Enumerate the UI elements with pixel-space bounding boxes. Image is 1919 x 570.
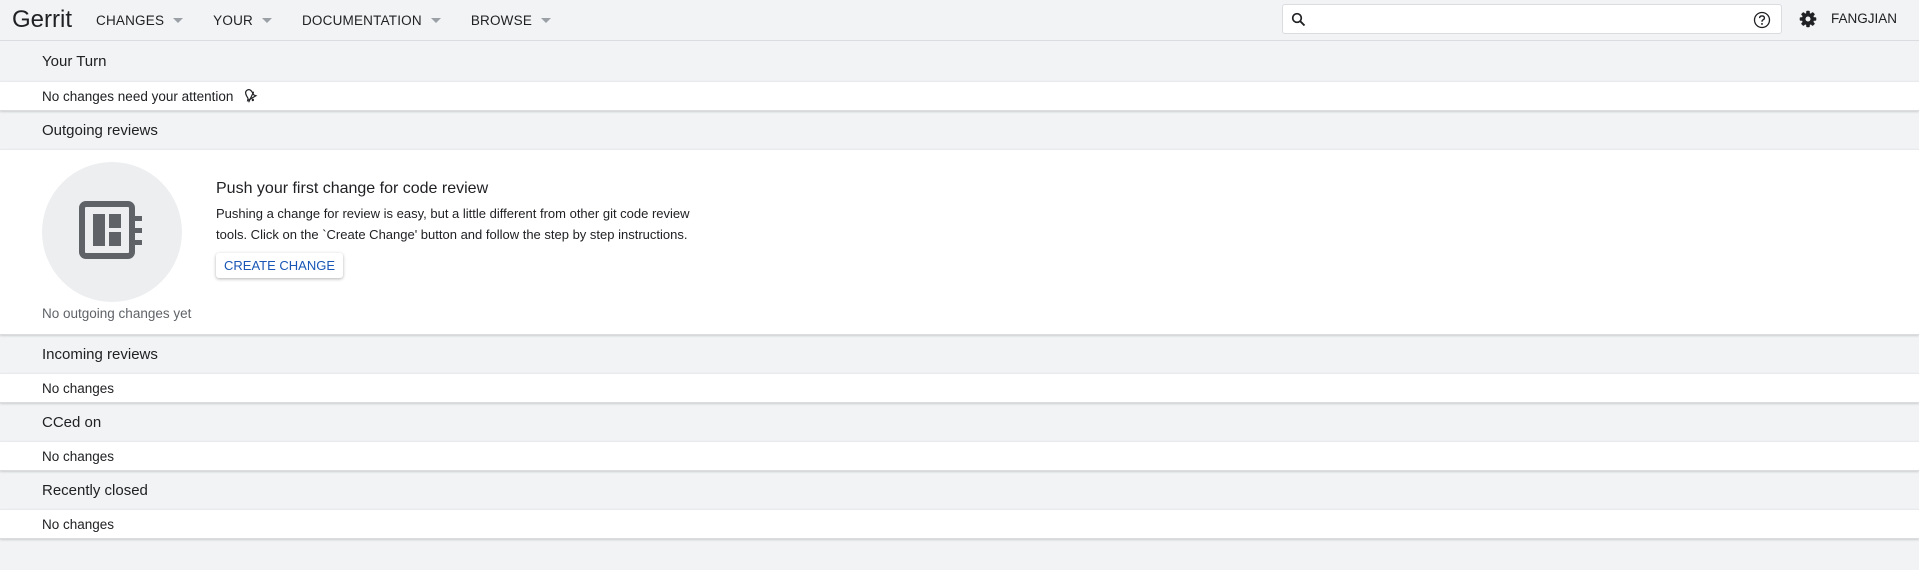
section-title: Incoming reviews [42, 345, 158, 363]
section-body-incoming-reviews: No changes [0, 373, 1919, 403]
nav-menu-label: BROWSE [470, 12, 533, 28]
chevron-down-icon [541, 17, 552, 23]
empty-state-illustration [42, 162, 182, 302]
help-icon[interactable] [1753, 11, 1771, 34]
nav-menu-documentation[interactable]: DOCUMENTATION [302, 13, 441, 28]
section-title: Your Turn [42, 52, 107, 70]
search-box [1282, 4, 1782, 34]
create-change-button[interactable]: CREATE CHANGE [216, 253, 343, 278]
top-nav-bar: Gerrit CHANGES YOUR DOCUMENTATION BROWSE [0, 0, 1919, 41]
section-body-recently-closed: No changes [0, 509, 1919, 539]
section-body-cced-on: No changes [0, 441, 1919, 471]
section-title: Recently closed [42, 481, 148, 499]
account-menu[interactable]: FANGJIAN [1831, 11, 1897, 26]
nav-menu-label: CHANGES [96, 12, 165, 28]
nav-menu-changes[interactable]: CHANGES [96, 12, 184, 28]
section-header-incoming-reviews: Incoming reviews [0, 335, 1919, 373]
search-icon [1291, 12, 1306, 32]
chevron-down-icon [173, 17, 184, 23]
empty-state-text: No changes [42, 448, 115, 464]
nav-menu-label: DOCUMENTATION [301, 12, 422, 28]
bell-icon [242, 87, 258, 106]
empty-state-caption: No outgoing changes yet [42, 306, 192, 321]
section-title: Outgoing reviews [42, 121, 158, 139]
section-header-cced-on: CCed on [0, 403, 1919, 441]
promo-title: Push your first change for code review [216, 180, 489, 197]
nav-menu-browse[interactable]: BROWSE [470, 12, 552, 28]
gear-icon[interactable] [1799, 10, 1817, 33]
search-input[interactable] [1315, 7, 1739, 33]
section-title: CCed on [42, 413, 102, 431]
empty-state-text: No changes need your attention [42, 88, 234, 104]
section-header-recently-closed: Recently closed [0, 471, 1919, 509]
chevron-down-icon [261, 17, 272, 23]
create-change-promo: Push your first change for code review P… [216, 180, 696, 278]
section-body-your-turn: No changes need your attention [0, 81, 1919, 111]
section-header-your-turn: Your Turn [0, 41, 1919, 81]
empty-state-text: No changes [42, 516, 115, 532]
nav-menu-your[interactable]: YOUR [213, 13, 272, 28]
empty-state-text: No changes [42, 380, 115, 396]
section-body-outgoing-reviews: No outgoing changes yet Push your first … [0, 149, 1919, 335]
chevron-down-icon [430, 17, 441, 23]
brand-title[interactable]: Gerrit [12, 6, 72, 34]
section-header-outgoing-reviews: Outgoing reviews [0, 111, 1919, 149]
promo-description: Pushing a change for review is easy, but… [216, 206, 690, 242]
dashboard-illustration-icon [79, 200, 145, 264]
nav-menu-label: YOUR [213, 12, 253, 28]
